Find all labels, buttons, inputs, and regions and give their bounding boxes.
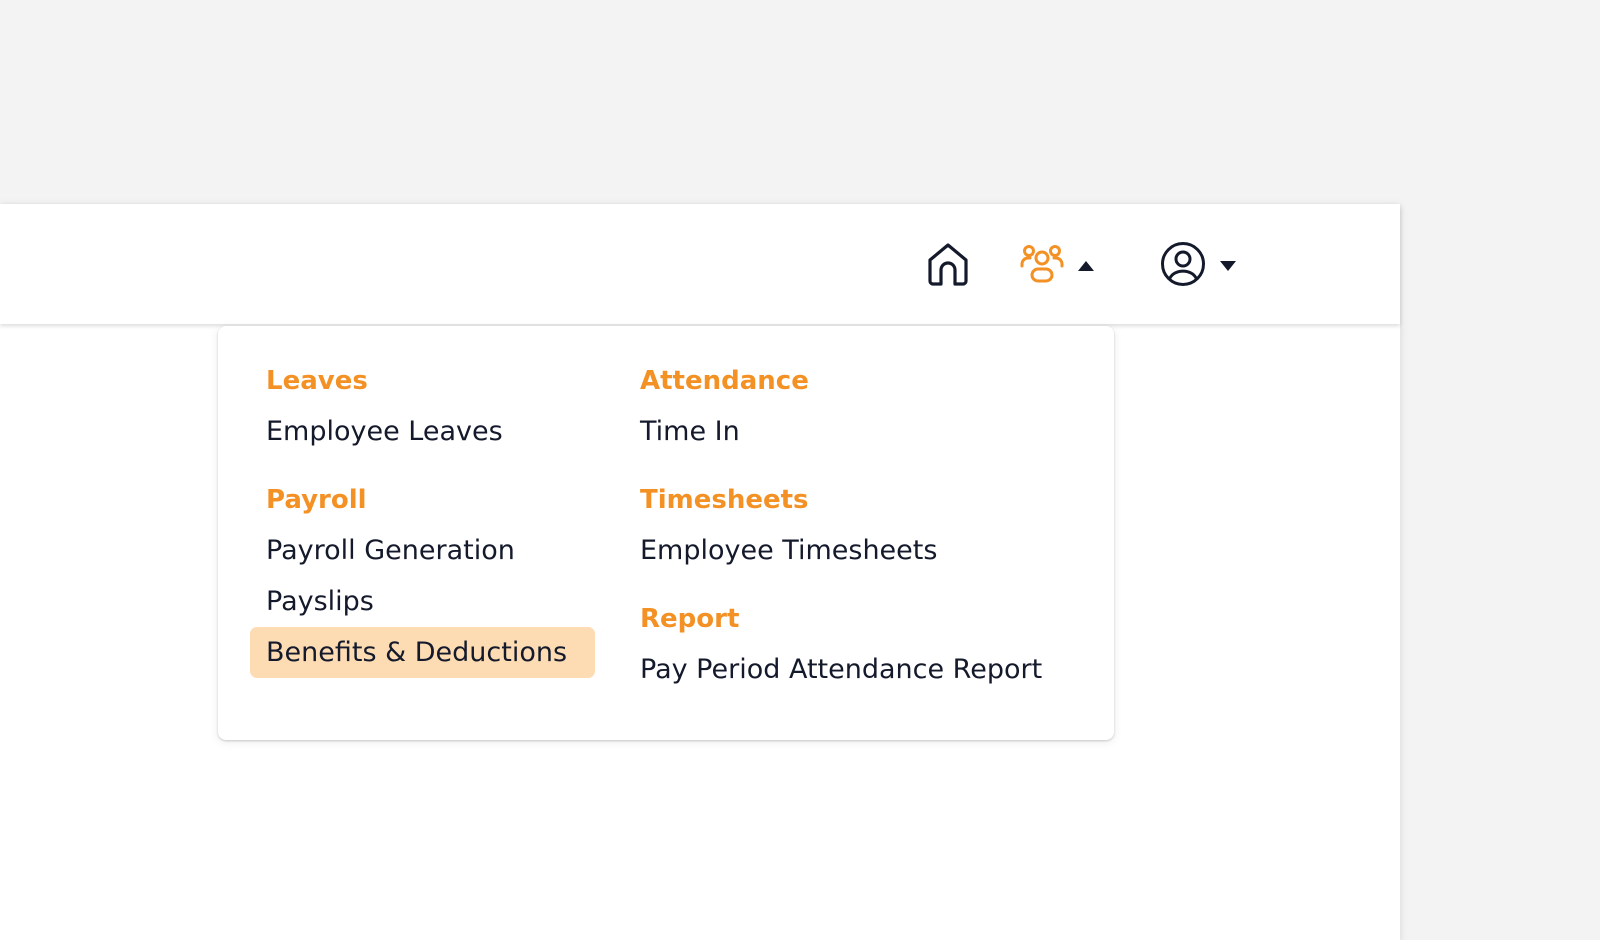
- home-icon: [926, 240, 970, 292]
- leaves-heading: Leaves: [266, 366, 368, 396]
- team-dropdown-menu: Leaves Employee Leaves Payroll Payroll G…: [218, 326, 1114, 740]
- payroll-group: Payroll Payroll Generation Payslips Bene…: [250, 475, 595, 678]
- menu-item-employee-leaves[interactable]: Employee Leaves: [250, 406, 595, 457]
- report-group: Report Pay Period Attendance Report: [624, 594, 1084, 695]
- menu-item-benefits-deductions[interactable]: Benefits & Deductions: [250, 627, 595, 678]
- leaves-group: Leaves Employee Leaves: [250, 356, 595, 457]
- team-menu-button[interactable]: [1020, 242, 1116, 290]
- timesheets-heading: Timesheets: [640, 485, 809, 515]
- menu-item-employee-timesheets[interactable]: Employee Timesheets: [624, 525, 1084, 576]
- menu-item-pay-period-attendance-report[interactable]: Pay Period Attendance Report: [624, 644, 1084, 695]
- caret-up-icon: [1078, 261, 1094, 271]
- attendance-heading: Attendance: [640, 366, 809, 396]
- user-menu-button[interactable]: [1160, 242, 1256, 290]
- top-navigation-bar: [0, 204, 1400, 324]
- user-circle-icon: [1160, 241, 1206, 291]
- caret-down-icon: [1220, 261, 1236, 271]
- home-nav-button[interactable]: [926, 242, 970, 290]
- team-icon: [1020, 242, 1064, 290]
- timesheets-group: Timesheets Employee Timesheets: [624, 475, 1084, 576]
- dropdown-left-column: Leaves Employee Leaves Payroll Payroll G…: [250, 356, 595, 696]
- attendance-group: Attendance Time In: [624, 356, 1084, 457]
- menu-item-payslips[interactable]: Payslips: [250, 576, 595, 627]
- report-heading: Report: [640, 604, 740, 634]
- menu-item-payroll-generation[interactable]: Payroll Generation: [250, 525, 595, 576]
- dropdown-right-column: Attendance Time In Timesheets Employee T…: [624, 356, 1084, 713]
- payroll-heading: Payroll: [266, 485, 367, 515]
- menu-item-time-in[interactable]: Time In: [624, 406, 1084, 457]
